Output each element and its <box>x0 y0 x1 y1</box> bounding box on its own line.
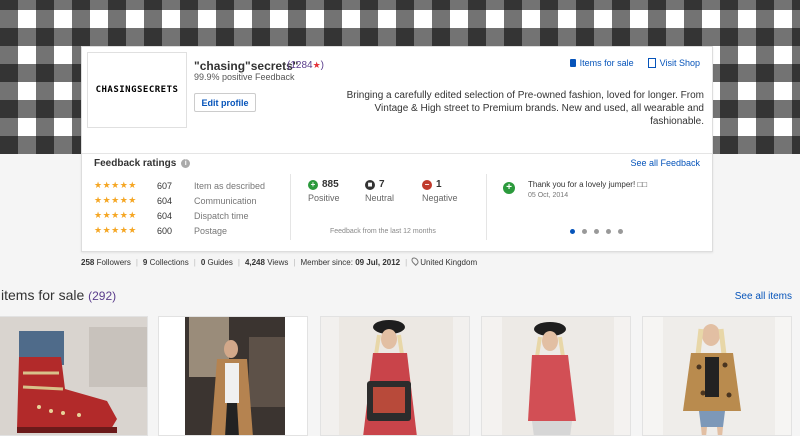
carousel-dot[interactable] <box>618 229 623 234</box>
location-pin-icon <box>410 256 421 266</box>
red-star-icon: ★ <box>312 60 321 70</box>
rating-row: ★★★★★ 600 Postage <box>94 223 265 238</box>
views-stat: 4,248 Views <box>244 257 289 267</box>
negative-count-value: 1 <box>436 179 442 190</box>
feedback-comment: Thank you for a lovely jumper! □□ <box>528 180 648 189</box>
collections-stat[interactable]: 9 Collections <box>143 258 189 267</box>
store-description: Bringing a carefully edited selection of… <box>346 90 704 127</box>
store-logo-text: CHASINGSECRETS <box>95 85 179 95</box>
feedback-ratings-title: Feedback ratings i <box>94 158 191 169</box>
feedback-score[interactable]: (1284★) <box>287 60 324 71</box>
carousel-dot[interactable] <box>594 229 599 234</box>
guides-stat[interactable]: 0 Guides <box>201 258 233 267</box>
carousel-dot[interactable] <box>570 229 575 234</box>
feedback-comment-date: 05 Oct, 2014 <box>528 192 569 199</box>
positive-count-label: Positive <box>308 193 340 203</box>
rating-label: Postage <box>194 225 228 236</box>
star-rating-icon: ★★★★★ <box>94 210 137 220</box>
rating-label: Dispatch time <box>194 210 249 221</box>
star-rating-icon: ★★★★★ <box>94 180 137 190</box>
edit-profile-button[interactable]: Edit profile <box>194 93 256 112</box>
neutral-count[interactable]: ■ 7 Neutral <box>365 179 422 203</box>
see-all-items-link[interactable]: See all items <box>735 291 792 302</box>
items-count[interactable]: (292) <box>88 289 116 303</box>
item-photo-red-blouse <box>482 317 630 435</box>
negative-count-label: Negative <box>422 193 458 203</box>
column-divider <box>290 174 291 240</box>
rating-count: 607 <box>157 180 173 191</box>
rating-count: 604 <box>157 195 173 206</box>
feedback-counts: + 885 Positive ■ 7 Neutral − 1 Negative <box>308 179 479 203</box>
feedback-period-note: Feedback from the last 12 months <box>330 228 436 235</box>
column-divider <box>486 174 487 240</box>
plus-icon: + <box>308 179 318 190</box>
header-links: Items for sale Visit Shop <box>569 58 700 68</box>
visit-shop-link[interactable]: Visit Shop <box>647 58 700 68</box>
rating-count: 600 <box>157 225 173 236</box>
minus-icon: − <box>422 179 432 190</box>
star-rating-icon: ★★★★★ <box>94 225 137 235</box>
shop-icon <box>647 58 656 68</box>
seller-name[interactable]: "chasing"secrets" <box>194 59 298 73</box>
rating-label: Item as described <box>194 180 266 191</box>
neutral-count-label: Neutral <box>365 193 395 203</box>
info-icon[interactable]: i <box>181 159 191 168</box>
shopping-bag-icon <box>569 59 576 67</box>
rating-row: ★★★★★ 604 Dispatch time <box>94 208 265 223</box>
items-for-sale-heading: items for sale (292) <box>1 287 117 303</box>
items-grid <box>0 316 800 436</box>
rating-row: ★★★★★ 607 Item as described <box>94 178 265 193</box>
item-photo-camel-coat <box>159 317 307 435</box>
neutral-count-value: 7 <box>379 179 385 190</box>
profile-header: CHASINGSECRETS "chasing"secrets" (1284★)… <box>82 47 712 153</box>
store-logo[interactable]: CHASINGSECRETS <box>87 52 187 128</box>
item-photo-floral-dress <box>321 317 469 435</box>
item-photo-red-boot <box>0 317 147 435</box>
followers-stat[interactable]: 258 Followers <box>81 258 131 267</box>
detailed-ratings: ★★★★★ 607 Item as described ★★★★★ 604 Co… <box>94 178 265 238</box>
location-stat: United Kingdom <box>410 256 477 267</box>
rating-count: 604 <box>157 210 173 221</box>
item-card[interactable] <box>158 316 308 436</box>
rating-row: ★★★★★ 604 Communication <box>94 193 265 208</box>
item-card[interactable] <box>320 316 470 436</box>
neutral-icon: ■ <box>365 179 375 190</box>
see-all-feedback-link[interactable]: See all Feedback <box>630 158 700 168</box>
divider <box>82 153 712 154</box>
comment-carousel-dots <box>570 229 623 234</box>
items-for-sale-link[interactable]: Items for sale <box>569 58 634 68</box>
member-since-stat: Member since: 09 Jul, 2012 <box>300 257 401 267</box>
carousel-dot[interactable] <box>606 229 611 234</box>
seller-profile-card: CHASINGSECRETS "chasing"secrets" (1284★)… <box>81 46 713 252</box>
item-card[interactable] <box>642 316 792 436</box>
item-card[interactable] <box>481 316 631 436</box>
item-card[interactable] <box>0 316 148 436</box>
negative-count[interactable]: − 1 Negative <box>422 179 479 203</box>
positive-comment-icon: + <box>503 182 515 194</box>
feedback-score-value: 1284 <box>290 60 313 71</box>
seller-stats-bar: 258 Followers | 9 Collections | 0 Guides… <box>81 256 478 267</box>
rating-label: Communication <box>194 195 257 206</box>
positive-count-value: 885 <box>322 179 339 190</box>
positive-count[interactable]: + 885 Positive <box>308 179 365 203</box>
carousel-dot[interactable] <box>582 229 587 234</box>
positive-feedback-percent: 99.9% positive Feedback <box>194 72 295 82</box>
star-rating-icon: ★★★★★ <box>94 195 137 205</box>
item-photo-leopard-jacket <box>643 317 791 435</box>
